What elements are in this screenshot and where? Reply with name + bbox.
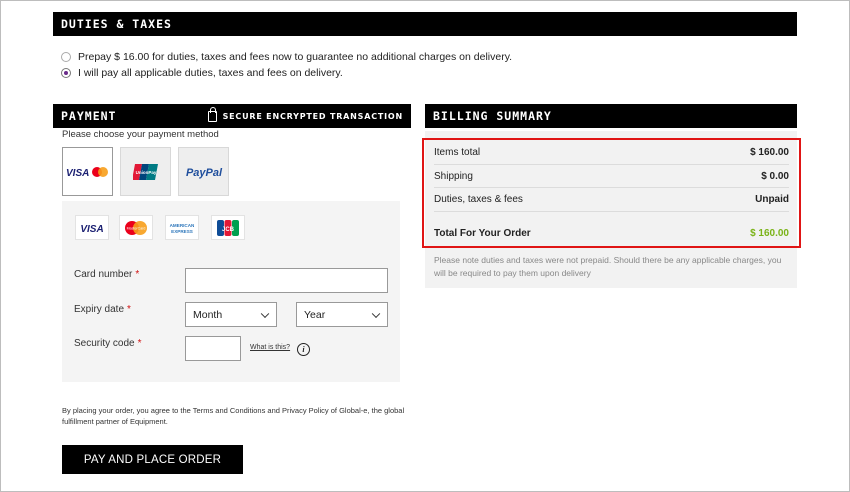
svg-text:MasterCard: MasterCard <box>127 226 146 230</box>
chevron-down-icon <box>260 309 270 318</box>
chevron-down-icon <box>371 309 381 318</box>
svg-text:AMERICAN: AMERICAN <box>170 223 195 228</box>
payment-method-unionpay[interactable]: UnionPay <box>120 147 171 196</box>
expiry-year-select[interactable]: Year <box>296 302 388 327</box>
pay-and-place-order-button[interactable]: PAY AND PLACE ORDER <box>62 445 243 474</box>
payment-method-card[interactable]: VISA <box>62 147 113 196</box>
duties-option-pay-on-delivery-label: I will pay all applicable duties, taxes … <box>78 67 343 79</box>
payment-method-paypal[interactable]: PayPal <box>178 147 229 196</box>
svg-text:UnionPay: UnionPay <box>135 170 156 175</box>
expiry-date-label-text: Expiry date <box>74 304 125 315</box>
svg-text:VISA: VISA <box>80 224 103 234</box>
billing-summary-header: BILLING SUMMARY <box>425 104 797 128</box>
what-is-this-link[interactable]: What is this? <box>250 344 290 351</box>
duties-note: Please note duties and taxes were not pr… <box>434 255 782 278</box>
security-code-input[interactable] <box>185 336 241 361</box>
duties-title: DUTIES & TAXES <box>61 17 172 31</box>
duties-option-prepay[interactable]: Prepay $ 16.00 for duties, taxes and fee… <box>61 51 512 63</box>
amex-icon: AMERICAN EXPRESS <box>170 223 195 234</box>
visa-logo: VISA <box>75 215 109 240</box>
payment-header: PAYMENT SECURE ENCRYPTED TRANSACTION <box>53 104 411 128</box>
radio-prepay[interactable] <box>61 52 71 62</box>
visa-mastercard-icon: VISA <box>66 166 108 179</box>
unionpay-icon: UnionPay <box>132 163 158 180</box>
lock-icon <box>207 106 217 122</box>
mastercard-logo: MasterCard <box>119 215 153 240</box>
expiry-year-value: Year <box>304 308 326 321</box>
payment-title: PAYMENT <box>61 109 117 123</box>
card-number-input[interactable] <box>185 268 388 293</box>
expiry-month-value: Month <box>193 308 223 321</box>
billing-summary-title: BILLING SUMMARY <box>433 109 552 123</box>
svg-text:VISA: VISA <box>66 168 89 179</box>
jcb-logo: JCB <box>211 215 245 240</box>
secure-label: SECURE ENCRYPTED TRANSACTION <box>222 111 403 121</box>
card-number-label: Card number * <box>74 269 139 280</box>
expiry-date-label: Expiry date * <box>74 304 131 315</box>
duties-option-prepay-label: Prepay $ 16.00 for duties, taxes and fee… <box>78 51 513 63</box>
visa-icon: VISA <box>80 224 103 234</box>
duties-header: DUTIES & TAXES <box>53 12 797 36</box>
choose-payment-label: Please choose your payment method <box>62 129 219 140</box>
highlight-box <box>422 138 801 248</box>
required-mark: * <box>127 304 131 315</box>
required-mark: * <box>135 269 140 280</box>
info-icon[interactable]: i <box>297 343 310 356</box>
amex-logo: AMERICAN EXPRESS <box>165 215 199 240</box>
expiry-month-select[interactable]: Month <box>185 302 277 327</box>
radio-pay-on-delivery[interactable] <box>61 68 71 78</box>
required-mark: * <box>137 338 142 349</box>
jcb-icon: JCB <box>217 219 239 236</box>
svg-text:JCB: JCB <box>222 227 235 233</box>
security-code-label-text: Security code <box>74 338 135 349</box>
duties-option-pay-on-delivery[interactable]: I will pay all applicable duties, taxes … <box>61 67 343 79</box>
svg-text:PayPal: PayPal <box>185 167 222 179</box>
card-number-label-text: Card number <box>74 269 133 280</box>
secure-transaction: SECURE ENCRYPTED TRANSACTION <box>207 104 403 128</box>
mastercard-icon: MasterCard <box>125 220 147 235</box>
security-code-label: Security code * <box>74 338 142 349</box>
terms-text: By placing your order, you agree to the … <box>62 406 405 426</box>
svg-text:EXPRESS: EXPRESS <box>171 229 193 234</box>
paypal-icon: PayPal <box>185 167 222 179</box>
